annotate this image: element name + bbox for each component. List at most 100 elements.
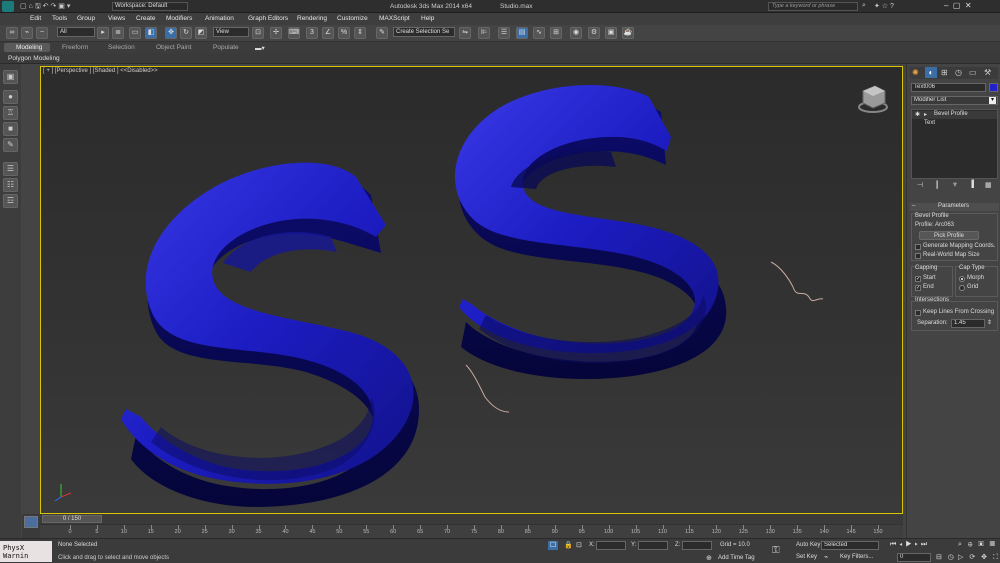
set-key-icon[interactable]: ⚿: [772, 545, 780, 556]
select-move-icon[interactable]: ✥: [165, 27, 177, 39]
stack-item-text[interactable]: Text: [924, 120, 935, 126]
parameters-rollout-header[interactable]: – Parameters: [910, 203, 999, 211]
modify-tab-icon[interactable]: ◐: [925, 67, 937, 78]
search-icon[interactable]: ⌕: [862, 2, 866, 10]
perspective-viewport[interactable]: [40, 66, 903, 514]
lock-selection-icon[interactable]: ☐: [548, 541, 558, 550]
pivot-center-icon[interactable]: ⊡: [252, 27, 264, 39]
mirror-icon[interactable]: ⇋: [459, 27, 471, 39]
current-frame-field[interactable]: 0: [897, 553, 931, 562]
workspace-dropdown[interactable]: Workspace: Default: [112, 2, 188, 11]
curve-editor-icon[interactable]: ∿: [533, 27, 545, 39]
separation-field[interactable]: 1.45: [951, 319, 985, 328]
viewcube-icon[interactable]: [858, 85, 888, 113]
menu-group[interactable]: Group: [77, 15, 95, 22]
time-config-icon[interactable]: ⊟ ◷: [936, 553, 956, 561]
menu-rendering[interactable]: Rendering: [297, 15, 327, 22]
create-tab-icon[interactable]: ✺: [912, 68, 919, 77]
menu-graph-editors[interactable]: Graph Editors: [248, 15, 288, 22]
tab-freeform[interactable]: Freeform: [62, 44, 88, 51]
pin-stack-icon[interactable]: ⊣: [917, 181, 923, 189]
expand-icon[interactable]: ▸: [924, 111, 927, 118]
hierarchy-tab-icon[interactable]: ⊞: [941, 68, 948, 77]
layer-manager-icon[interactable]: ☰: [498, 27, 510, 39]
show-end-result-icon[interactable]: ┃: [935, 181, 939, 189]
maxscript-listener[interactable]: PhysX Warnin: [0, 541, 52, 562]
spinner-snap-icon[interactable]: ⇕: [354, 27, 366, 39]
edit-named-selection-icon[interactable]: ✎: [376, 27, 388, 39]
z-coord-field[interactable]: [682, 541, 712, 550]
select-object-icon[interactable]: ▸: [97, 27, 109, 39]
morph-radio[interactable]: [959, 276, 965, 282]
key-mode-icon[interactable]: ⌁: [824, 553, 828, 561]
rectangle-selection-icon[interactable]: ▭: [129, 27, 141, 39]
text-object-left[interactable]: [121, 162, 420, 507]
separation-spinner[interactable]: ⇕: [987, 319, 992, 326]
remove-modifier-icon[interactable]: ▐: [969, 181, 974, 188]
unlink-icon[interactable]: ⌁: [21, 27, 33, 39]
stack-item-bevel-profile[interactable]: ✱ ▸ Bevel Profile: [912, 111, 997, 119]
window-controls[interactable]: – ▢ ✕: [944, 1, 972, 10]
select-by-name-icon[interactable]: ≣: [112, 27, 124, 39]
container-icon[interactable]: ▣: [3, 70, 18, 84]
menu-create[interactable]: Create: [136, 15, 156, 22]
shirt-icon[interactable]: ♖: [3, 106, 18, 120]
named-selection-dropdown[interactable]: Create Selection Se: [393, 27, 455, 37]
motion-tab-icon[interactable]: ◷: [955, 68, 962, 77]
render-setup-icon[interactable]: ⚙: [588, 27, 600, 39]
tab-modeling[interactable]: Modeling: [16, 44, 42, 51]
cap-start-checkbox[interactable]: ✓: [915, 276, 921, 282]
layers-freeze-icon[interactable]: ☲: [3, 194, 18, 208]
mini-curve-editor-icon[interactable]: [24, 516, 38, 528]
viewport-nav-icons[interactable]: ⌕ ⊕ ▣ ▦: [958, 541, 997, 549]
grid-radio[interactable]: [959, 285, 965, 291]
tab-populate[interactable]: Populate: [213, 44, 239, 51]
object-color-swatch[interactable]: [989, 83, 998, 92]
pick-profile-button[interactable]: Pick Profile: [919, 231, 979, 240]
schematic-view-icon[interactable]: ⊞: [550, 27, 562, 39]
real-world-map-checkbox[interactable]: [915, 253, 921, 259]
pen-icon[interactable]: ✎: [3, 138, 18, 152]
set-key-button[interactable]: Set Key: [796, 554, 817, 560]
menu-tools[interactable]: Tools: [52, 15, 67, 22]
absolute-mode-icon[interactable]: ⊡: [576, 541, 582, 549]
menu-animation[interactable]: Animation: [205, 15, 234, 22]
key-filters-button[interactable]: Key Filters...: [840, 554, 873, 560]
generate-mapping-checkbox[interactable]: [915, 244, 921, 250]
menu-modifiers[interactable]: Modifiers: [166, 15, 192, 22]
time-slider-thumb[interactable]: 0 / 150: [42, 515, 102, 523]
add-time-tag[interactable]: Add Time Tag: [718, 555, 755, 561]
menu-customize[interactable]: Customize: [337, 15, 368, 22]
time-tag-icon[interactable]: ⊕: [706, 554, 712, 562]
modifier-list-dropdown[interactable]: Modifier List ▾: [911, 96, 998, 105]
menu-views[interactable]: Views: [108, 15, 125, 22]
viewport-nav-icons-2[interactable]: ▷ ⟳ ✥ ⛶: [958, 553, 1000, 562]
profile-spline-left[interactable]: [465, 364, 510, 413]
scale-icon[interactable]: ◩: [195, 27, 207, 39]
material-editor-icon[interactable]: ◉: [570, 27, 582, 39]
track-bar[interactable]: 0 5 10 15 20 25 30 35 40 45 50 55 60 65 70 75 80 85 90 95 10…: [40, 524, 903, 538]
lightbulb-icon[interactable]: ✱: [915, 111, 920, 118]
search-input[interactable]: Type a keyword or phrase: [768, 2, 858, 11]
ribbon-subtitle[interactable]: Polygon Modeling: [8, 55, 60, 62]
link-icon[interactable]: ∞: [6, 27, 18, 39]
object-name-field[interactable]: Text006: [911, 83, 986, 92]
light-icon[interactable]: ●: [3, 90, 18, 104]
cube-icon[interactable]: ■: [3, 122, 18, 136]
graphite-toggle-icon[interactable]: ▤: [516, 27, 528, 39]
make-unique-icon[interactable]: ⩔: [953, 181, 957, 189]
percent-snap-icon[interactable]: %: [338, 27, 350, 39]
keyboard-shortcut-icon[interactable]: ⌨: [288, 27, 300, 39]
auto-key-button[interactable]: Auto Key: [796, 542, 820, 548]
time-slider[interactable]: 0 / 150: [40, 514, 903, 524]
window-crossing-icon[interactable]: ◧: [145, 27, 157, 39]
rotate-icon[interactable]: ↻: [180, 27, 192, 39]
rendered-frame-icon[interactable]: ▣: [605, 27, 617, 39]
quick-access-icons[interactable]: ▢ ⌂ 🖫 ↶ ↷ ▣ ▾: [20, 2, 70, 13]
text-object-right[interactable]: [454, 85, 727, 380]
viewport-label-text[interactable]: [ + ] [Perspective ] [Shaded ]: [43, 68, 119, 74]
tab-selection[interactable]: Selection: [108, 44, 135, 51]
menu-help[interactable]: Help: [421, 15, 434, 22]
tab-object-paint[interactable]: Object Paint: [156, 44, 191, 51]
ribbon-options-icon[interactable]: ▬▾: [255, 44, 265, 52]
